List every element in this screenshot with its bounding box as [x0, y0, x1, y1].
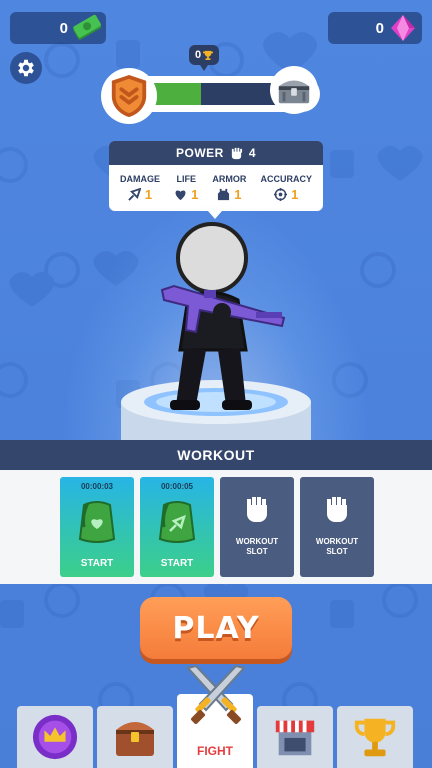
nav-item-leaderboard[interactable] — [337, 706, 413, 768]
stat-armor: ARMOR 1 — [212, 174, 246, 202]
slot-timer: 00:00:05 — [160, 482, 194, 491]
rank-progress-bar — [150, 83, 280, 105]
fight-label: FIGHT — [197, 744, 233, 758]
gems-value: 0 — [375, 19, 384, 37]
stat-label: DAMAGE — [120, 174, 161, 184]
crown-coin-icon — [32, 714, 78, 760]
cash-icon — [72, 14, 102, 42]
bag-damage-icon — [158, 501, 196, 543]
stat-label: ARMOR — [212, 174, 247, 184]
crossed-swords-icon — [186, 664, 246, 724]
stat-label: ACCURACY — [260, 174, 312, 184]
gem-icon — [388, 14, 418, 42]
stat-label: LIFE — [176, 174, 196, 184]
rank-progress-fill — [150, 83, 201, 105]
nav-item-inventory[interactable] — [97, 706, 173, 768]
workout-slot-3[interactable]: WORKOUT SLOT — [220, 477, 294, 577]
game-screen: 0 0 0 POWER 4 DAMAGE 1 LIFE 1 ARMOR 1 AC… — [0, 0, 432, 768]
trophy-count-badge: 0 — [189, 45, 219, 71]
stat-life: LIFE 1 — [174, 174, 198, 202]
reward-chest[interactable] — [270, 66, 318, 114]
power-value: 4 — [248, 146, 257, 160]
cash-value: 0 — [59, 19, 68, 37]
stat-accuracy: ACCURACY 1 — [260, 174, 312, 202]
stat-damage: DAMAGE 1 — [120, 174, 160, 202]
bag-heart-icon — [78, 501, 116, 543]
slot-timer: 00:00:03 — [80, 482, 114, 491]
trophy-icon — [203, 50, 214, 60]
trophy-count: 0 — [194, 49, 202, 61]
power-title: POWER — [175, 146, 224, 160]
workout-title: WORKOUT — [177, 447, 255, 463]
chest-icon — [278, 80, 310, 104]
settings-button[interactable] — [10, 52, 42, 84]
rank-shield-icon — [111, 75, 147, 117]
workout-slot-2[interactable]: 00:00:05 START — [140, 477, 214, 577]
play-button[interactable]: PLAY — [140, 597, 292, 659]
gear-icon — [18, 59, 34, 77]
workout-slot-4[interactable]: WORKOUT SLOT — [300, 477, 374, 577]
rank-shield[interactable] — [101, 68, 157, 124]
power-header: POWER 4 — [109, 141, 323, 165]
shop-icon — [275, 720, 315, 756]
slot-start-button[interactable]: START — [60, 558, 134, 569]
fist-icon — [231, 147, 242, 159]
workout-slot-label: WORKOUT SLOT — [315, 537, 359, 556]
workout-slot-label: WORKOUT SLOT — [235, 537, 279, 556]
workout-slot-1[interactable]: 00:00:03 START — [60, 477, 134, 577]
trophy-icon — [354, 718, 396, 757]
fist-icon — [247, 497, 267, 522]
nav-item-profile[interactable] — [17, 706, 93, 768]
chest-icon — [116, 722, 154, 756]
slot-start-button[interactable]: START — [140, 558, 214, 569]
cash-counter[interactable]: 0 — [10, 12, 106, 44]
player-character[interactable] — [160, 220, 290, 415]
nav-item-shop[interactable] — [257, 706, 333, 768]
workout-header: WORKOUT — [0, 440, 432, 470]
gems-counter[interactable]: 0 — [328, 12, 422, 44]
fist-icon — [327, 497, 347, 522]
